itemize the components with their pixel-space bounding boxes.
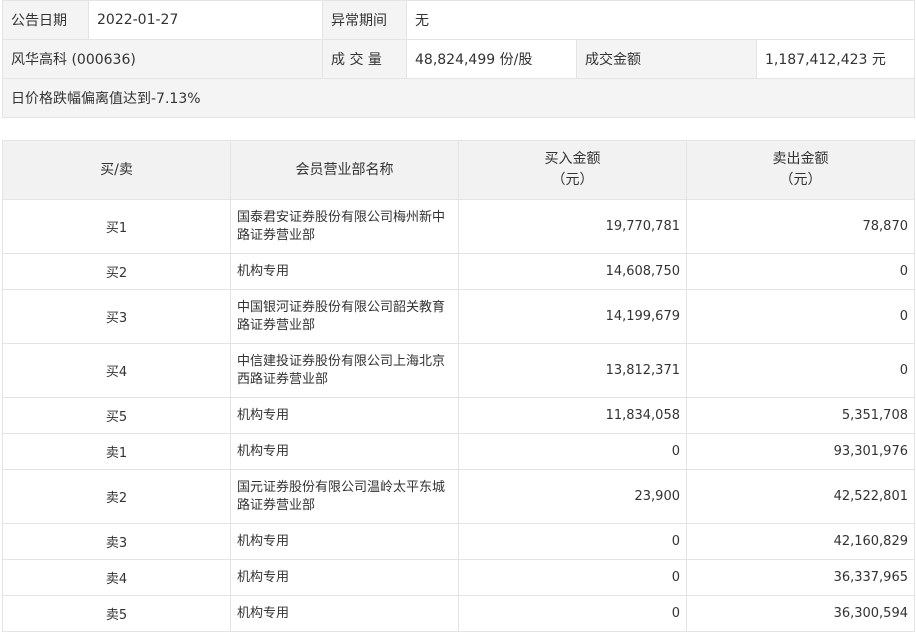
row-side: 买1 xyxy=(2,199,231,254)
table-row: 卖1 机构专用 0 93,301,976 xyxy=(2,433,915,470)
table-row: 卖2 国元证券股份有限公司温岭太平东城路证券营业部 23,900 42,522,… xyxy=(2,469,915,524)
date-value: 2022-01-27 xyxy=(88,0,323,40)
table-header-row: 买/卖 会员营业部名称 买入金额 （元） 卖出金额 （元） xyxy=(2,140,915,200)
volume-value: 48,824,499 份/股 xyxy=(406,39,577,79)
row-sell-amount: 42,522,801 xyxy=(686,469,915,524)
row-buy-amount: 13,812,371 xyxy=(458,343,687,398)
table-row: 卖3 机构专用 0 42,160,829 xyxy=(2,523,915,560)
header-side: 买/卖 xyxy=(2,140,231,200)
info-row-date: 公告日期 2022-01-27 异常期间 无 xyxy=(2,0,916,40)
trading-detail-table: 买/卖 会员营业部名称 买入金额 （元） 卖出金额 （元） 买1 国泰君安证券股… xyxy=(2,140,915,632)
stock-name: 风华高科 (000636) xyxy=(2,39,323,79)
header-sell-line1: 卖出金额 xyxy=(772,151,829,167)
table-row: 买2 机构专用 14,608,750 0 xyxy=(2,253,915,290)
period-value: 无 xyxy=(405,0,916,40)
period-label: 异常期间 xyxy=(322,0,407,40)
header-buy-line1: 买入金额 xyxy=(544,151,601,167)
row-side: 买5 xyxy=(2,397,231,434)
table-row: 买4 中信建投证券股份有限公司上海北京西路证券营业部 13,812,371 0 xyxy=(2,343,915,398)
table-row: 卖5 机构专用 0 36,300,594 xyxy=(2,595,915,632)
row-side: 卖5 xyxy=(2,595,231,632)
row-buy-amount: 11,834,058 xyxy=(458,397,687,434)
row-sell-amount: 0 xyxy=(686,253,915,290)
info-table: 公告日期 2022-01-27 异常期间 无 风华高科 (000636) 成 交… xyxy=(1,0,916,118)
row-sell-amount: 36,300,594 xyxy=(686,595,915,632)
row-buy-amount: 14,199,679 xyxy=(458,289,687,344)
row-branch-name: 机构专用 xyxy=(230,523,459,560)
row-branch-name: 中国银河证券股份有限公司韶关教育路证券营业部 xyxy=(230,289,459,344)
table-row: 买3 中国银河证券股份有限公司韶关教育路证券营业部 14,199,679 0 xyxy=(2,289,915,344)
volume-label: 成 交 量 xyxy=(322,39,407,79)
row-buy-amount: 0 xyxy=(458,523,687,560)
row-buy-amount: 14,608,750 xyxy=(458,253,687,290)
row-branch-name: 机构专用 xyxy=(230,559,459,596)
row-sell-amount: 0 xyxy=(686,289,915,344)
info-row-reason: 日价格跌幅偏离值达到-7.13% xyxy=(1,78,916,118)
row-side: 买4 xyxy=(2,343,231,398)
row-sell-amount: 93,301,976 xyxy=(686,433,915,470)
header-buy: 买入金额 （元） xyxy=(458,140,687,200)
row-buy-amount: 0 xyxy=(458,595,687,632)
row-branch-name: 机构专用 xyxy=(230,397,459,434)
row-branch-name: 国泰君安证券股份有限公司梅州新中路证券营业部 xyxy=(230,199,459,254)
table-row: 买5 机构专用 11,834,058 5,351,708 xyxy=(2,397,915,434)
row-branch-name: 机构专用 xyxy=(230,595,459,632)
row-side: 卖2 xyxy=(2,469,231,524)
reason-text: 日价格跌幅偏离值达到-7.13% xyxy=(1,78,916,118)
row-branch-name: 中信建投证券股份有限公司上海北京西路证券营业部 xyxy=(230,343,459,398)
row-sell-amount: 0 xyxy=(686,343,915,398)
row-buy-amount: 23,900 xyxy=(458,469,687,524)
row-sell-amount: 78,870 xyxy=(686,199,915,254)
row-sell-amount: 36,337,965 xyxy=(686,559,915,596)
header-sell-line2: （元） xyxy=(779,172,822,188)
amount-label: 成交金额 xyxy=(576,39,757,79)
row-sell-amount: 5,351,708 xyxy=(686,397,915,434)
date-label: 公告日期 xyxy=(2,0,89,40)
row-side: 卖4 xyxy=(2,559,231,596)
page: 公告日期 2022-01-27 异常期间 无 风华高科 (000636) 成 交… xyxy=(1,0,916,632)
row-buy-amount: 0 xyxy=(458,433,687,470)
info-row-stock: 风华高科 (000636) 成 交 量 48,824,499 份/股 成交金额 … xyxy=(2,39,916,79)
row-buy-amount: 19,770,781 xyxy=(458,199,687,254)
row-branch-name: 机构专用 xyxy=(230,253,459,290)
row-side: 买3 xyxy=(2,289,231,344)
header-sell: 卖出金额 （元） xyxy=(686,140,915,200)
table-row: 买1 国泰君安证券股份有限公司梅州新中路证券营业部 19,770,781 78,… xyxy=(2,199,915,254)
row-branch-name: 国元证券股份有限公司温岭太平东城路证券营业部 xyxy=(230,469,459,524)
header-buy-line2: （元） xyxy=(551,172,594,188)
row-sell-amount: 42,160,829 xyxy=(686,523,915,560)
amount-value: 1,187,412,423 元 xyxy=(755,39,916,79)
table-row: 卖4 机构专用 0 36,337,965 xyxy=(2,559,915,596)
row-side: 卖1 xyxy=(2,433,231,470)
row-side: 买2 xyxy=(2,253,231,290)
row-side: 卖3 xyxy=(2,523,231,560)
header-name: 会员营业部名称 xyxy=(230,140,459,200)
row-buy-amount: 0 xyxy=(458,559,687,596)
row-branch-name: 机构专用 xyxy=(230,433,459,470)
